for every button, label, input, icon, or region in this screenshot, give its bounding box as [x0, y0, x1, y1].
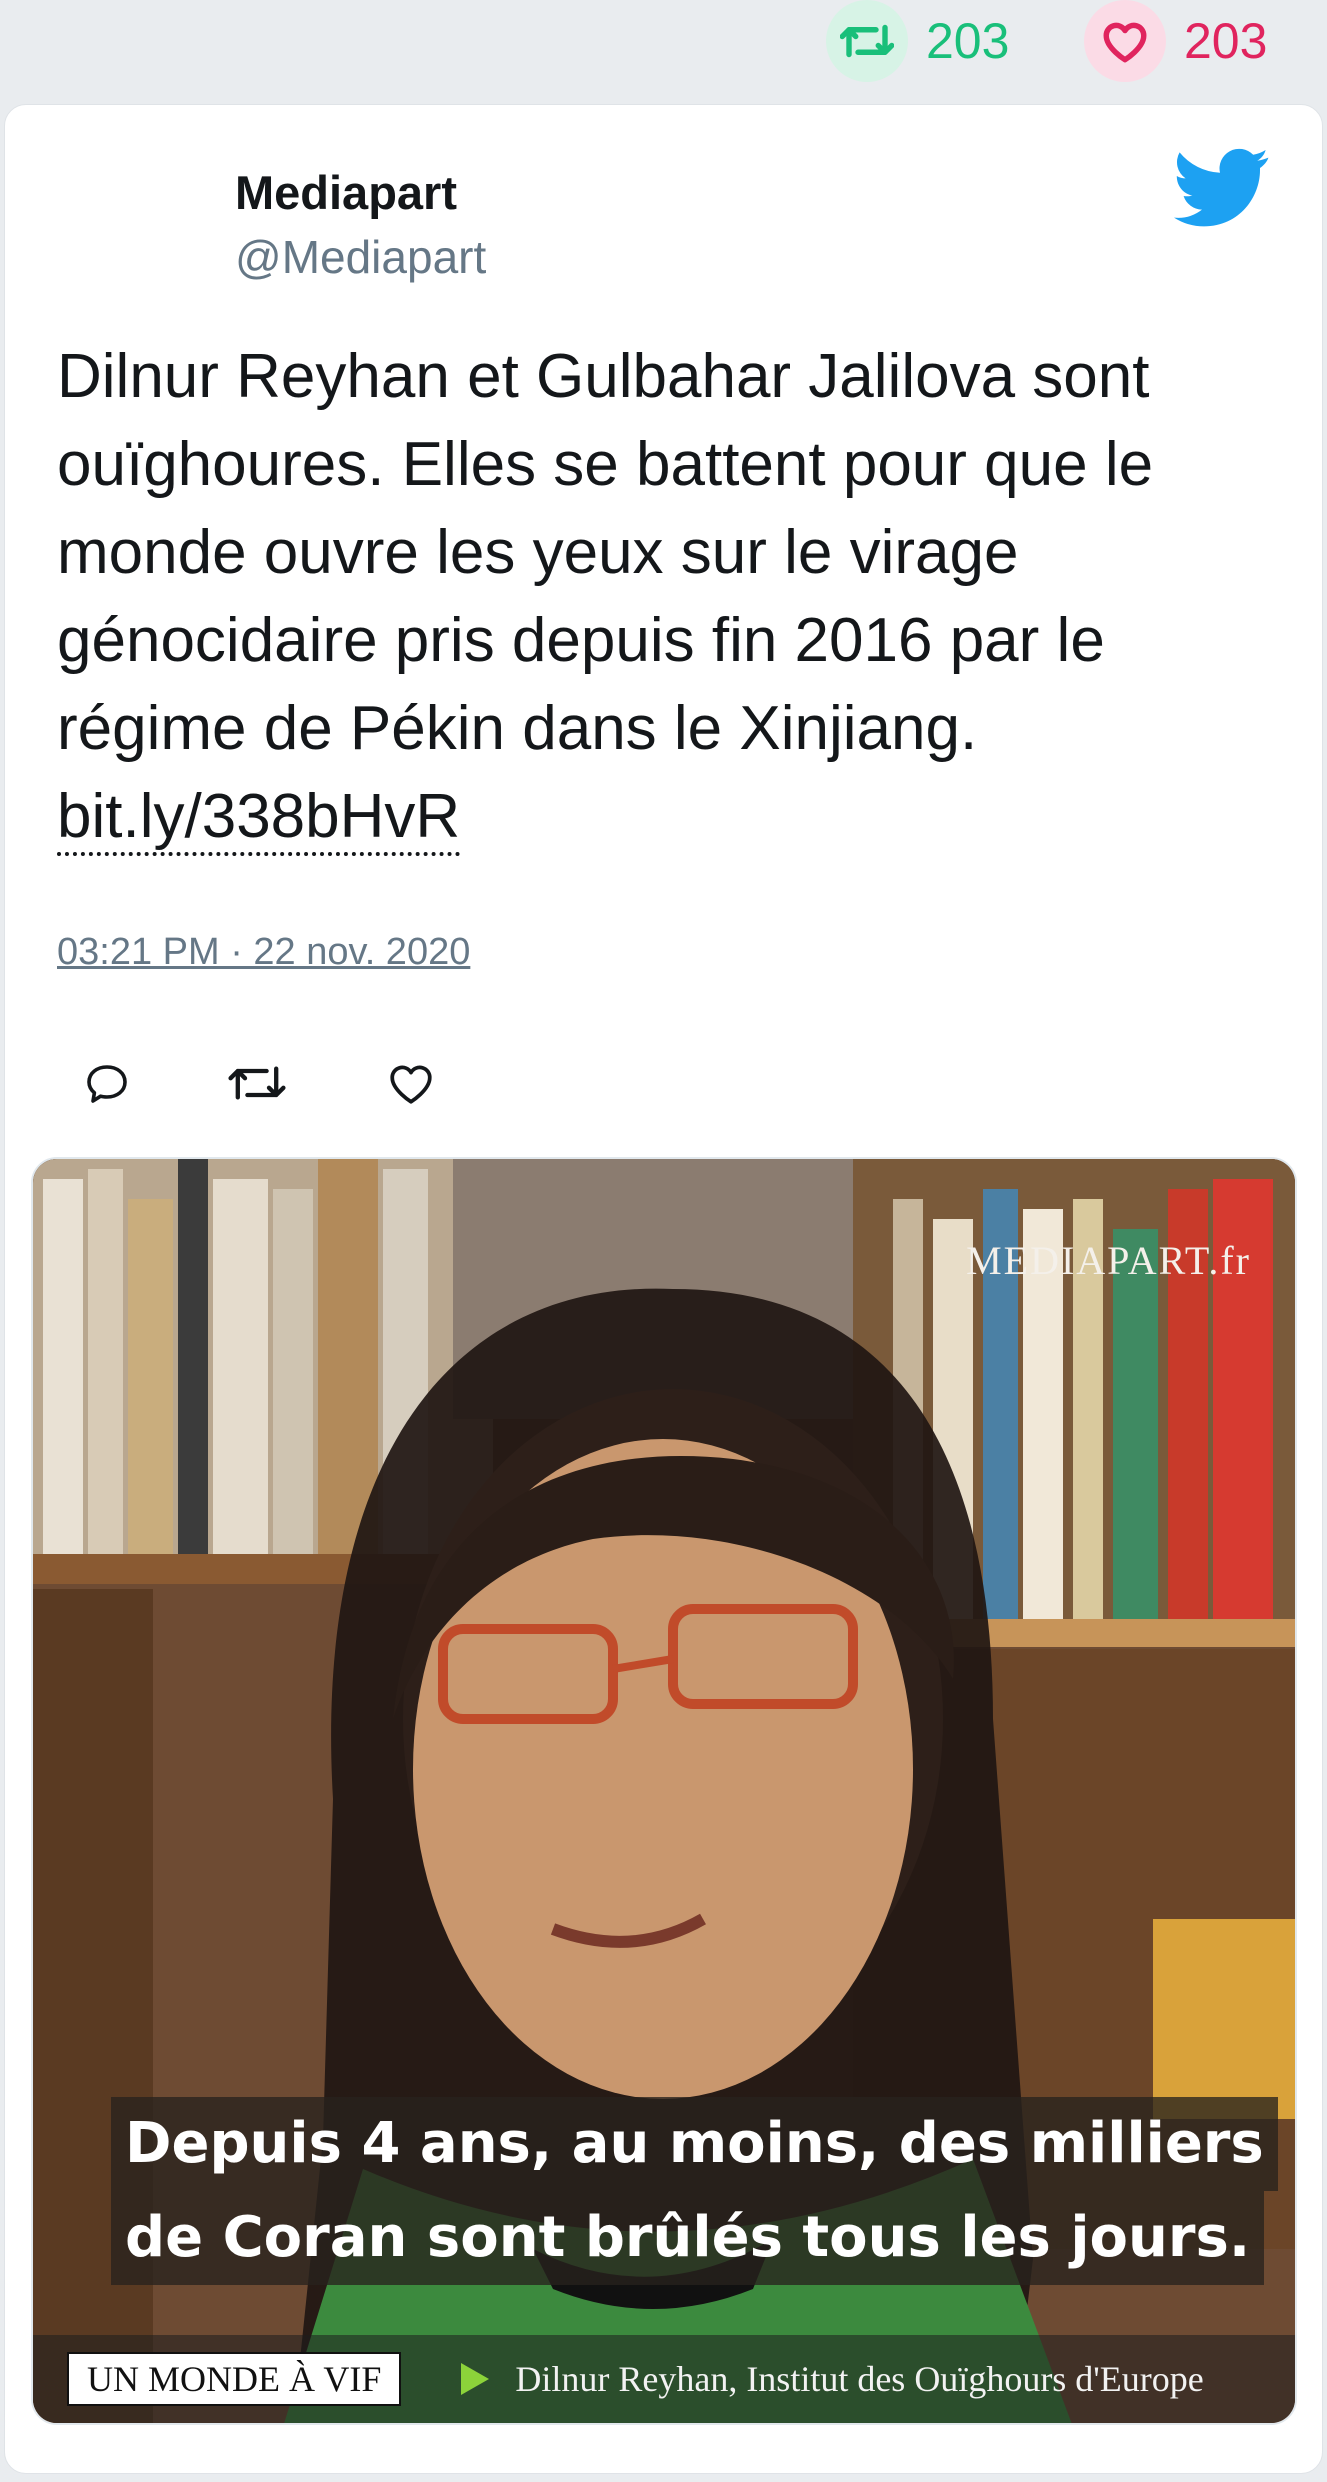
tweet-actions	[57, 1043, 451, 1123]
tweet-timestamp[interactable]: 03:21 PM · 22 nov. 2020	[57, 931, 470, 974]
retweet-action-icon[interactable]	[217, 1043, 297, 1123]
tweet-card: Mediapart @Mediapart Dilnur Reyhan et Gu…	[4, 104, 1323, 2474]
twitter-bird-icon[interactable]	[1174, 147, 1270, 229]
subtitle-line-2: de Coran sont brûlés tous les jours.	[111, 2191, 1265, 2285]
mediapart-watermark: MEDIAPART.fr	[966, 1238, 1251, 1283]
tweet-text: Dilnur Reyhan et Gulbahar Jalilova sont …	[57, 333, 1277, 861]
play-triangle-icon	[461, 2363, 490, 2395]
tweet-stats-bar: 203 203	[0, 0, 1327, 104]
like-count[interactable]: 203	[1084, 0, 1267, 82]
tweet-media-video[interactable]: MEDIAPART.fr Depuis 4 ans, au moins, des…	[31, 1157, 1297, 2425]
reply-icon[interactable]	[67, 1043, 147, 1123]
subtitle-line-1: Depuis 4 ans, au moins, des milliers	[111, 2097, 1278, 2191]
tweet-text-content: Dilnur Reyhan et Gulbahar Jalilova sont …	[57, 342, 1154, 763]
like-count-value: 203	[1184, 13, 1268, 69]
author-handle[interactable]: @Mediapart	[235, 230, 486, 284]
program-badge: UN MONDE À VIF	[67, 2352, 402, 2406]
heart-icon[interactable]	[1084, 0, 1166, 82]
video-lower-third: UN MONDE À VIF Dilnur Reyhan, Institut d…	[33, 2335, 1295, 2423]
tweet-author[interactable]: Mediapart @Mediapart	[235, 165, 486, 284]
retweet-icon[interactable]	[826, 0, 908, 82]
retweet-count[interactable]: 203	[826, 0, 1009, 82]
speaker-credit: Dilnur Reyhan, Institut des Ouïghours d'…	[515, 2359, 1204, 2399]
heart-action-icon[interactable]	[371, 1043, 451, 1123]
retweet-count-value: 203	[926, 13, 1010, 69]
tweet-link[interactable]: bit.ly/338bHvR	[57, 782, 461, 856]
author-name[interactable]: Mediapart	[235, 165, 486, 220]
